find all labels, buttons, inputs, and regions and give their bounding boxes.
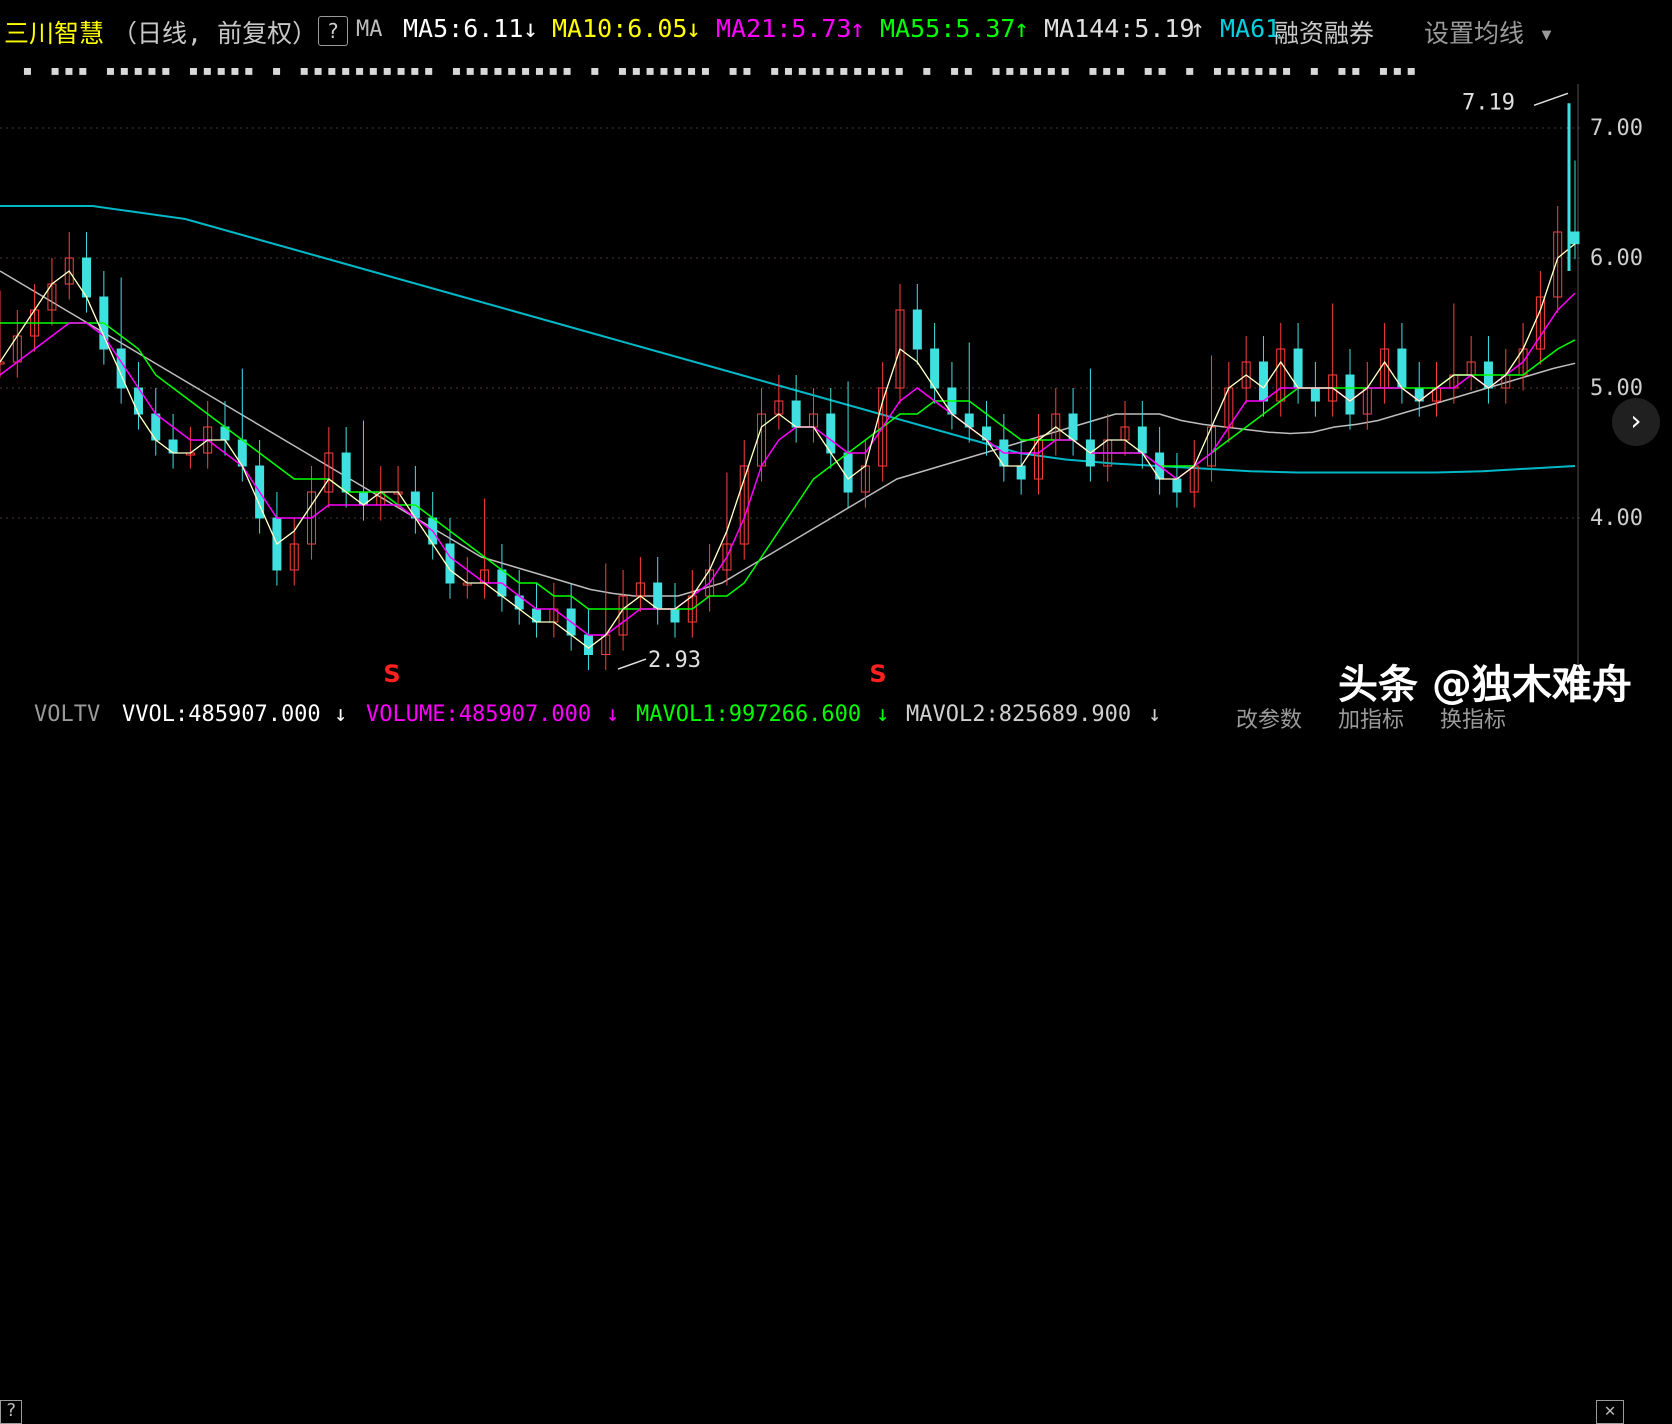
volume-value: VOLUME:485907.000 [366, 702, 592, 727]
candle-body [930, 348, 940, 389]
s-marker-2: S [869, 660, 886, 688]
s-marker-1: S [383, 660, 400, 688]
high-arrow [1533, 92, 1569, 107]
vvol-value: VVOL:485907.000 [122, 702, 321, 727]
next-arrow-button[interactable]: › [1612, 398, 1660, 446]
ma55-arrow-icon: ↑ [1014, 14, 1030, 43]
candle-body [82, 257, 92, 298]
ma55-line [0, 322, 1576, 610]
ma5-value: MA5:6.11 [403, 14, 524, 43]
signal-row: ▪ ▪▪▪ ▪▪▪▪▪ ▪▪▪▪▪ ▪ ▪▪▪▪▪▪▪▪▪▪ ▪▪▪▪▪▪▪▪▪… [22, 60, 1420, 81]
ma144-arrow-icon: ↑ [1190, 14, 1206, 43]
low-arrow [617, 658, 647, 670]
switch-indicator-button[interactable]: 换指标 [1440, 702, 1506, 734]
candle-body [653, 582, 663, 610]
candle-body [1137, 426, 1147, 454]
candle-body [341, 452, 351, 493]
margin-trading-label[interactable]: 融资融券 [1274, 14, 1374, 50]
candle-body [445, 543, 455, 584]
mavol2-value: MAVOL2:825689.900 [906, 702, 1132, 727]
candle-body [843, 452, 853, 493]
candlestick-chart[interactable]: 7.19 2.93 S S [0, 84, 1580, 696]
volume-help-button[interactable]: ? [0, 1400, 22, 1424]
ma5-line [0, 243, 1576, 649]
candle-body [1345, 374, 1355, 415]
stock-name[interactable]: 三川智慧 [4, 14, 104, 50]
candle-body [1172, 478, 1182, 493]
candle-body [1293, 348, 1303, 389]
ma61-value: MA61 [1220, 14, 1281, 43]
ma10-line [0, 243, 1576, 649]
vvol-arrow-icon: ↓ [334, 702, 348, 727]
add-indicator-button[interactable]: 加指标 [1338, 702, 1404, 734]
ma21-arrow-icon: ↑ [850, 14, 866, 43]
price-tick-700: 7.00 [1590, 116, 1643, 141]
ma10-arrow-icon: ↓ [686, 14, 702, 43]
ma-label: MA [356, 17, 383, 42]
low-label: 2.93 [648, 648, 701, 673]
candle-body [583, 634, 593, 655]
candle-body [0, 361, 5, 365]
candle-body [1016, 465, 1026, 480]
candle-body [912, 309, 922, 350]
mavol1-value: MAVOL1:997266.600 [636, 702, 862, 727]
candle-body [791, 400, 801, 428]
high-label: 7.19 [1462, 90, 1515, 115]
mavol2-arrow-icon: ↓ [1148, 702, 1162, 727]
help-button[interactable]: ? [318, 16, 348, 46]
candle-body [1397, 348, 1407, 389]
price-tick-600: 6.00 [1590, 246, 1643, 271]
candle-body [1570, 231, 1580, 245]
indicator-name: VOLTV [34, 702, 101, 727]
ma10-value: MA10:6.05 [552, 14, 688, 43]
ma-settings-dropdown[interactable]: 设置均线 ▾ [1424, 14, 1554, 50]
chart-mode: （日线, 前复权） [112, 19, 318, 48]
ma21-value: MA21:5.73 [716, 14, 852, 43]
ma144-value: MA144:5.19 [1044, 14, 1195, 43]
ma21-line [0, 292, 1576, 636]
volume-arrow-icon: ↓ [606, 702, 620, 727]
candle-body [1310, 387, 1320, 402]
volume-indicator-bar: ? VOLTV VVOL:485907.000 ↓ VOLUME:485907.… [0, 698, 1672, 1424]
ma61-line [0, 205, 1576, 474]
candle-body [670, 608, 680, 623]
candle-body [826, 413, 836, 454]
change-params-button[interactable]: 改参数 [1236, 702, 1302, 734]
close-icon[interactable]: ✕ [1596, 1400, 1624, 1424]
ma55-value: MA55:5.37 [880, 14, 1016, 43]
mavol1-arrow-icon: ↓ [876, 702, 890, 727]
candle-body [1258, 361, 1268, 402]
ma5-arrow-icon: ↓ [523, 14, 539, 43]
candle-body [1068, 413, 1078, 441]
price-tick-400: 4.00 [1590, 506, 1643, 531]
indicator-header: 三川智慧 （日线, 前复权） ? MA MA5:6.11 ↓ MA10:6.05… [0, 0, 1580, 58]
